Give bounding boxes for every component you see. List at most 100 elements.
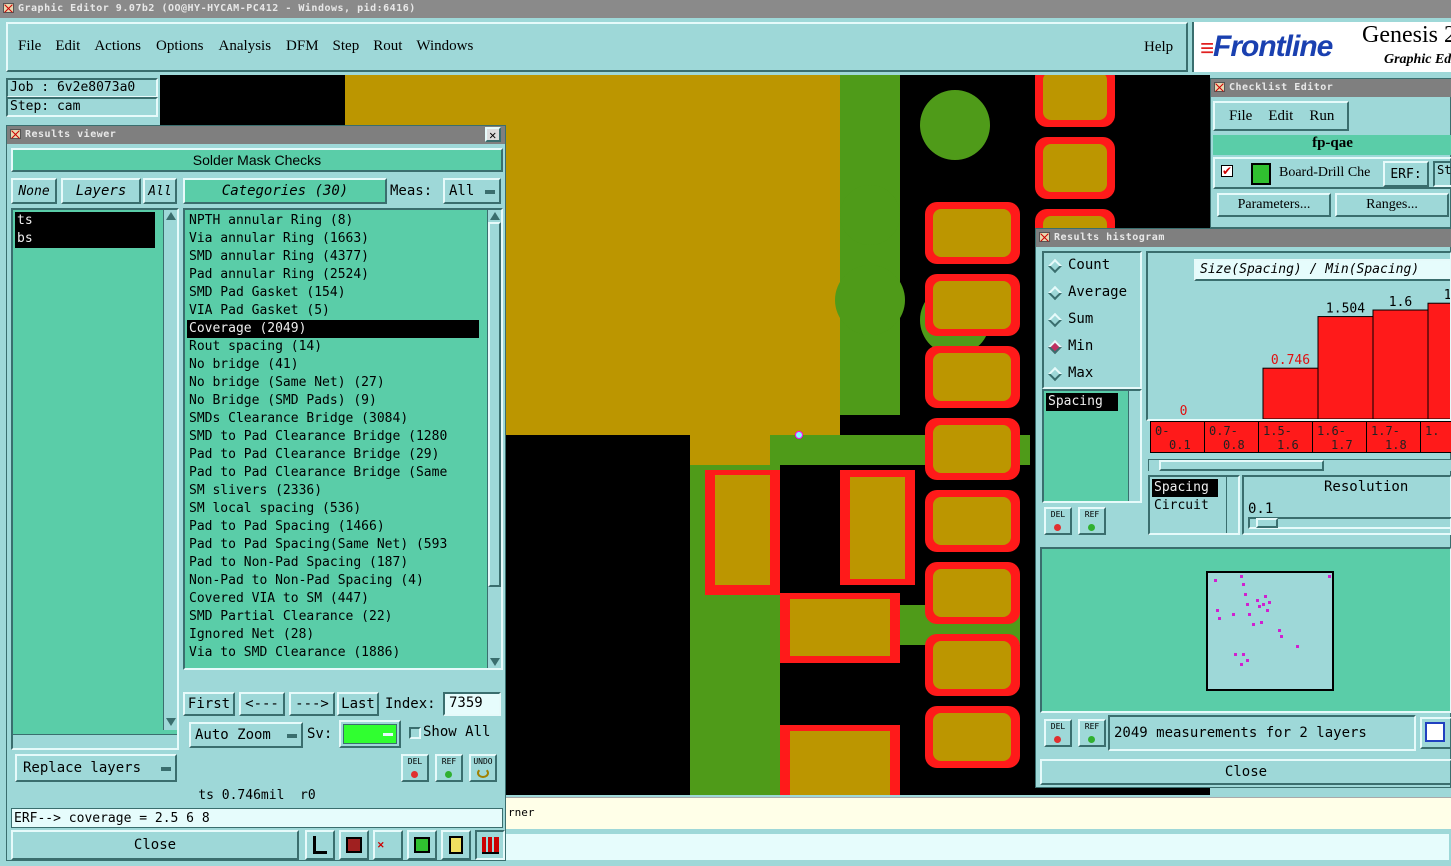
histogram-bar[interactable] [1317,316,1374,419]
menu-item-analysis[interactable]: Analysis [219,38,272,55]
first-button[interactable]: First [183,692,235,716]
undo-button[interactable]: UNDO [469,754,497,782]
attr-list-scrollbar[interactable] [1128,391,1140,501]
category-item[interactable]: VIA Pad Gasket (5) [187,302,479,320]
category-item[interactable]: No bridge (Same Net) (27) [187,374,479,392]
mode-radio-count[interactable] [1047,258,1063,274]
menu-item-file[interactable]: File [18,38,41,55]
tool-icon-1[interactable] [305,830,335,860]
layer-list[interactable]: ts bs [11,208,179,750]
meas-dropdown[interactable]: All [443,178,501,204]
category-item[interactable]: Pad to Pad Spacing(Same Net) (593 [187,536,479,554]
menu-item-step[interactable]: Step [333,38,360,55]
auto-zoom-dropdown[interactable]: Auto Zoom [189,722,303,748]
last-button[interactable]: Last [337,692,379,716]
histogram-bar[interactable] [1262,367,1319,419]
category-item[interactable]: No bridge (41) [187,356,479,374]
category-item[interactable]: Covered VIA to SM (447) [187,590,479,608]
category-item[interactable]: SMDs Clearance Bridge (3084) [187,410,479,428]
map-zoom-button[interactable] [1420,717,1451,749]
mode-radio-max[interactable] [1047,366,1063,382]
category-item[interactable]: Coverage (2049) [187,320,479,338]
mode-label-max[interactable]: Max [1068,365,1093,381]
tool-icon-3[interactable]: ✕ [373,830,403,860]
results-close-x[interactable]: ✕ [485,127,501,142]
checklist-menu-edit[interactable]: Edit [1268,108,1293,129]
mode-label-average[interactable]: Average [1068,284,1127,300]
attr2-item-circuit[interactable]: Circuit [1152,497,1218,515]
next-button[interactable]: ---> [289,692,335,716]
tool-icon-4[interactable] [407,830,437,860]
category-item[interactable]: Pad to Pad Clearance Bridge (29) [187,446,479,464]
erf-button[interactable]: ERF: [1383,161,1429,187]
category-item[interactable]: Rout spacing (14) [187,338,479,356]
histogram-bar[interactable] [1427,302,1451,419]
checklist-menu-file[interactable]: File [1229,108,1252,129]
category-item[interactable]: Non-Pad to Non-Pad Spacing (4) [187,572,479,590]
category-item[interactable]: Pad to Pad Clearance Bridge (Same [187,464,479,482]
category-item[interactable]: Ignored Net (28) [187,626,479,644]
tool-icon-5[interactable] [441,830,471,860]
category-item[interactable]: SMD Partial Clearance (22) [187,608,479,626]
categories-list[interactable]: NPTH annular Ring (8) Via annular Ring (1… [183,208,503,670]
menu-item-actions[interactable]: Actions [94,38,141,55]
parameters-button[interactable]: Parameters... [1217,193,1331,217]
ranges-button[interactable]: Ranges... [1335,193,1449,217]
checklist-menu-run[interactable]: Run [1309,108,1334,129]
category-item[interactable]: SMD annular Ring (4377) [187,248,479,266]
hist-del-button[interactable]: DEL [1044,507,1072,535]
category-item[interactable]: Via to SMD Clearance (1886) [187,644,479,662]
category-item[interactable]: SM slivers (2336) [187,482,479,500]
mode-label-sum[interactable]: Sum [1068,311,1093,327]
layers-none-button[interactable]: None [11,178,57,204]
layer-item-bs[interactable]: bs [15,230,155,248]
category-item[interactable]: SMD to Pad Clearance Bridge (1280 [187,428,479,446]
map-ref-button[interactable]: REF [1078,719,1106,747]
histogram-scroll-thumb[interactable] [1159,460,1324,471]
hist-ref-button[interactable]: REF [1078,507,1106,535]
scroll-down-icon[interactable] [166,718,176,726]
menu-item-dfm[interactable]: DFM [286,38,319,55]
sv-color-dropdown[interactable] [339,720,401,748]
categories-button[interactable]: Categories (30) [183,178,387,204]
tool-icon-2[interactable] [339,830,369,860]
categories-scrollbar[interactable] [487,210,501,668]
mode-radio-sum[interactable] [1047,312,1063,328]
category-item[interactable]: No Bridge (SMD Pads) (9) [187,392,479,410]
mode-radio-min[interactable] [1047,339,1063,355]
attr2-scrollbar[interactable] [1226,477,1238,533]
scroll-down-icon[interactable] [490,658,500,666]
histogram-bar[interactable] [1372,309,1429,419]
category-item[interactable]: Pad to Pad Spacing (1466) [187,518,479,536]
menu-item-windows[interactable]: Windows [416,38,473,55]
results-close-button[interactable]: Close [11,830,299,860]
category-item[interactable]: Pad to Non-Pad Spacing (187) [187,554,479,572]
resolution-slider-thumb[interactable] [1256,518,1278,528]
histogram-close-button[interactable]: Close [1040,759,1451,785]
prev-button[interactable]: <--- [239,692,285,716]
layer-item-ts[interactable]: ts [15,212,155,230]
layers-all-button[interactable]: All [143,178,177,204]
histogram-hscrollbar[interactable] [1148,459,1451,471]
category-item[interactable]: Via annular Ring (1663) [187,230,479,248]
map-del-button[interactable]: DEL [1044,719,1072,747]
scroll-up-icon[interactable] [166,212,176,220]
menu-item-edit[interactable]: Edit [55,38,80,55]
categories-scroll-thumb[interactable] [488,222,501,587]
layers-button[interactable]: Layers [61,178,141,204]
show-all-checkbox[interactable] [409,727,421,739]
attr2-item-spacing[interactable]: Spacing [1152,479,1218,497]
mode-radio-average[interactable] [1047,285,1063,301]
histogram-toggle-button[interactable] [475,830,505,860]
category-item[interactable]: SMD Pad Gasket (154) [187,284,479,302]
replace-layers-dropdown[interactable]: Replace layers [15,754,177,782]
attr-list-item[interactable]: Spacing [1046,393,1118,411]
category-item[interactable]: NPTH annular Ring (8) [187,212,479,230]
attr2-list[interactable]: Spacing Circuit [1148,475,1240,535]
scroll-up-icon[interactable] [490,212,500,220]
del-button[interactable]: DEL [401,754,429,782]
category-item[interactable]: SM local spacing (536) [187,500,479,518]
layer-list-scrollbar[interactable] [163,210,177,730]
menu-item-rout[interactable]: Rout [373,38,402,55]
resolution-slider[interactable] [1248,517,1451,529]
